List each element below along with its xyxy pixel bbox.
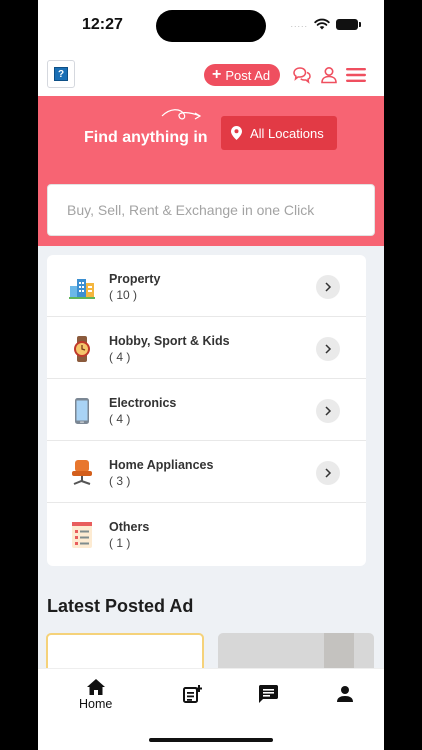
category-name: Hobby, Sport & Kids	[109, 334, 230, 348]
dynamic-island	[156, 10, 266, 42]
chair-icon	[72, 460, 92, 485]
find-anything-text: Find anything in	[84, 129, 208, 146]
post-ad-button[interactable]: + Post Ad	[204, 64, 281, 86]
location-pin-icon	[231, 126, 242, 140]
document-icon	[72, 522, 92, 548]
chevron-right-icon[interactable]	[316, 275, 340, 299]
chat-icon	[259, 685, 278, 703]
wifi-icon	[314, 18, 330, 30]
user-icon[interactable]	[318, 64, 340, 86]
battery-icon	[336, 18, 361, 30]
post-ad-icon	[183, 685, 202, 703]
nav-chat[interactable]	[259, 685, 278, 703]
search-placeholder: Buy, Sell, Rent & Exchange in one Click	[67, 202, 315, 218]
category-name: Others	[109, 520, 150, 534]
account-icon	[337, 686, 353, 702]
nav-account[interactable]	[337, 686, 353, 702]
chat-icon[interactable]	[291, 64, 313, 86]
plus-icon: +	[212, 66, 222, 83]
category-item-home-appliances[interactable]: Home Appliances ( 3 )	[47, 441, 366, 503]
category-name: Electronics	[109, 396, 177, 410]
ad-card[interactable]	[46, 633, 204, 673]
nav-home[interactable]: Home	[79, 679, 112, 711]
chevron-right-icon[interactable]	[316, 461, 340, 485]
phone-icon	[75, 398, 89, 424]
chevron-right-icon[interactable]	[316, 399, 340, 423]
chevron-right-icon[interactable]	[316, 337, 340, 361]
signal-icon: .....	[290, 19, 308, 29]
category-count: ( 1 )	[109, 536, 131, 550]
app-header: ? + Post Ad	[38, 52, 384, 96]
category-item-hobby-sport-kids[interactable]: Hobby, Sport & Kids ( 4 )	[47, 317, 366, 379]
home-indicator	[149, 738, 273, 742]
status-bar: 12:27 .....	[38, 0, 384, 52]
app-screen: 12:27 ..... ? + Post Ad Find anything in…	[38, 0, 384, 750]
watch-icon	[74, 336, 90, 362]
latest-posted-ad-title: Latest Posted Ad	[47, 596, 194, 616]
category-item-property[interactable]: Property ( 10 )	[47, 255, 366, 317]
hero-banner: Find anything in All Locations Buy, Sell…	[38, 96, 384, 246]
nav-home-label: Home	[79, 697, 113, 711]
category-count: ( 10 )	[109, 288, 138, 302]
ad-card[interactable]	[218, 633, 374, 673]
post-ad-label: Post Ad	[225, 67, 271, 83]
nav-post-ad[interactable]	[183, 685, 202, 703]
category-count: ( 3 )	[109, 474, 131, 488]
category-name: Property	[109, 272, 161, 286]
location-button[interactable]: All Locations	[221, 116, 337, 150]
status-time: 12:27	[82, 16, 123, 33]
buildings-icon	[69, 279, 95, 299]
curly-arrow-icon	[161, 109, 202, 120]
location-label: All Locations	[250, 125, 324, 141]
home-icon	[86, 679, 105, 695]
category-name: Home Appliances	[109, 458, 214, 472]
category-count: ( 4 )	[109, 350, 131, 364]
category-list: Property ( 10 ) Hobby, Sport & Kids ( 4 …	[47, 255, 366, 566]
search-input[interactable]: Buy, Sell, Rent & Exchange in one Click	[47, 184, 375, 236]
category-count: ( 4 )	[109, 412, 131, 426]
menu-icon[interactable]	[345, 64, 367, 86]
category-item-others[interactable]: Others ( 1 )	[47, 503, 366, 565]
logo-icon: ?	[54, 67, 68, 81]
category-item-electronics[interactable]: Electronics ( 4 )	[47, 379, 366, 441]
app-logo[interactable]: ?	[47, 60, 75, 88]
status-icons: .....	[290, 18, 361, 30]
